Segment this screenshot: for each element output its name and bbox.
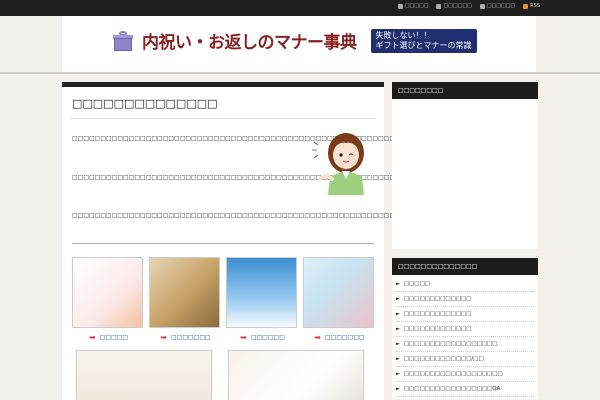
noshi-image[interactable] [76, 350, 212, 400]
sidebar-box-title: □□□□□□□□ [392, 82, 538, 99]
sidebar-menu-item[interactable]: ► □□□□□ [396, 277, 534, 292]
top-links: □□□□□ □□□□□□ □□□□□□ RSS [397, 3, 540, 9]
sidebar-menu-item[interactable]: ► □□□□□□□□□□□□□ [396, 307, 534, 322]
sidebar-menu-label: □□□□□□□□□□□□□ [403, 326, 472, 332]
triangle-right-icon: ► [396, 326, 400, 332]
toplink-3[interactable]: □□□□□□ [479, 3, 516, 9]
person-icon [397, 3, 403, 9]
gift-icon [112, 30, 134, 51]
intro-paragraph-1: □□□□□□□□□□□□□□□□□□□□□□□□□□□□□□□□□□□□□□□□… [72, 135, 475, 142]
toplink-label: RSS [530, 3, 540, 9]
section-divider [72, 243, 374, 244]
category-link[interactable]: ➡ □□□□□□□ [303, 333, 376, 342]
triangle-right-icon: ► [396, 281, 400, 287]
category-link[interactable]: ➡ □□□□□□□ [149, 333, 222, 342]
sidebar-menu-item[interactable]: ► □□□□□□□□□□□□□□□□□□□ [396, 367, 534, 382]
mail-icon [479, 3, 485, 9]
arrow-right-icon: ➡ [88, 333, 96, 342]
arrow-right-icon: ➡ [160, 333, 167, 342]
toplink-rss[interactable]: RSS [523, 3, 540, 9]
triangle-right-icon: ► [396, 356, 400, 362]
sidebar-menu-label: □□□□□□□□□□□□□□□□□QA [403, 386, 501, 392]
category-image[interactable] [226, 257, 297, 328]
arrow-right-icon: ➡ [314, 333, 321, 342]
feature-images [76, 350, 364, 400]
sidebar-menu-label: □□□□□□□□□□□□□□□□□□ [403, 341, 498, 347]
category-link[interactable]: ➡ □□□□□ [72, 333, 145, 342]
tagline-line1: 失敗しない！！ [375, 30, 432, 40]
sidebar-menu-item[interactable]: ► □□□□□□□□□□□□□/□□ [396, 352, 534, 367]
category-link[interactable]: ➡ □□□□□□ [226, 333, 299, 342]
page-icon [436, 3, 442, 9]
tagline-badge: 失敗しない！！ ギフト選びとマナーの常識 [370, 28, 477, 53]
sidebar-box-body [392, 99, 538, 249]
category-card[interactable]: ➡ □□□□□□ [226, 257, 299, 342]
sidebar-menu-item[interactable]: ► □□□□□□□□□□□□□ [396, 292, 534, 307]
sidebar-menu-item[interactable]: ► □□□□□□□□□□□□□□□□□□ [396, 337, 534, 352]
sidebar-menu-item[interactable]: ► □□□□□□□□□□□□□ [396, 322, 534, 337]
sidebar-menu-label: □□□□□□□□□□□□□□□□□□□ [403, 371, 503, 377]
main-content: □□□□□□□□□□□□□□ □□□□□□□□□□□□□□□□□□□□□□□□□… [62, 82, 492, 400]
sidebar-menu-label: □□□□□□□□□□□□□ [403, 311, 472, 317]
sidebar-box-title: □□□□□□□□□□□□□□ [392, 258, 538, 275]
intro-paragraph-2: □□□□□□□□□□□□□□□□□□□□□□□□□□□□□□□□□□□□□□□□… [72, 174, 452, 181]
category-label: □□□□□□□ [325, 334, 365, 341]
category-image[interactable] [149, 257, 220, 328]
triangle-right-icon: ► [396, 311, 400, 317]
sidebar-menu-label: □□□□□□□□□□□□□ [403, 296, 472, 302]
category-label: □□□□□□□ [171, 334, 211, 341]
tagline-line2: ギフト選びとマナーの常識 [375, 40, 472, 50]
header-divider [0, 72, 600, 74]
category-label: □□□□□□ [250, 334, 285, 341]
category-card[interactable]: ➡ □□□□□□□ [149, 257, 222, 342]
category-label: □□□□□ [99, 334, 129, 341]
site-header: 内祝い・お返しのマナー事典 失敗しない！！ ギフト選びとマナーの常識 [62, 16, 536, 72]
rss-icon [523, 3, 529, 9]
sidebar-menu-item[interactable]: ► □□□□□□□□□□□□□□□□□QA [396, 382, 534, 397]
category-card[interactable]: ➡ □□□□□□□ [303, 257, 376, 342]
toplink-label: □□□□□□ [443, 3, 472, 9]
toplink-label: □□□□□□ [486, 3, 516, 9]
intro-paragraph-3: □□□□□□□□□□□□□□□□□□□□□□□□□□□□□□□□□□□□□□□□… [72, 212, 492, 219]
site-logo[interactable]: 内祝い・お返しのマナー事典 失敗しない！！ ギフト選びとマナーの常識 [112, 28, 477, 53]
letter-image[interactable] [228, 350, 364, 400]
category-image[interactable] [303, 257, 374, 328]
category-card[interactable]: ➡ □□□□□ [72, 257, 145, 342]
toplink-1[interactable]: □□□□□ [397, 3, 429, 9]
sidebar-menu-label: □□□□□ [403, 281, 430, 287]
triangle-right-icon: ► [396, 386, 400, 392]
triangle-right-icon: ► [396, 296, 400, 302]
site-title: 内祝い・お返しのマナー事典 [142, 33, 357, 53]
sidebar-menu: ► □□□□□ ► □□□□□□□□□□□□□ ► □□□□□□□□□□□□□ ► □□… [392, 275, 538, 399]
toplink-label: □□□□□ [404, 3, 429, 9]
sidebar-menu-label: □□□□□□□□□□□□□/□□ [403, 356, 484, 362]
sidebar-box-1: □□□□□□□□ [392, 82, 538, 249]
mascot-illustration [312, 133, 364, 195]
category-thumbs: ➡ □□□□□ ➡ □□□□□□□ ➡ □□□□□□ ➡ □□□□□□□ [72, 257, 376, 342]
arrow-right-icon: ➡ [240, 333, 247, 342]
toplink-2[interactable]: □□□□□□ [436, 3, 472, 9]
top-bar: □□□□□ □□□□□□ □□□□□□ RSS [0, 0, 600, 16]
category-image[interactable] [72, 257, 143, 328]
sidebar-box-2: □□□□□□□□□□□□□□ ► □□□□□ ► □□□□□□□□□□□□□ ► □□… [392, 258, 538, 399]
triangle-right-icon: ► [396, 341, 400, 347]
triangle-right-icon: ► [396, 371, 400, 377]
page-title: □□□□□□□□□□□□□□ [70, 87, 376, 119]
